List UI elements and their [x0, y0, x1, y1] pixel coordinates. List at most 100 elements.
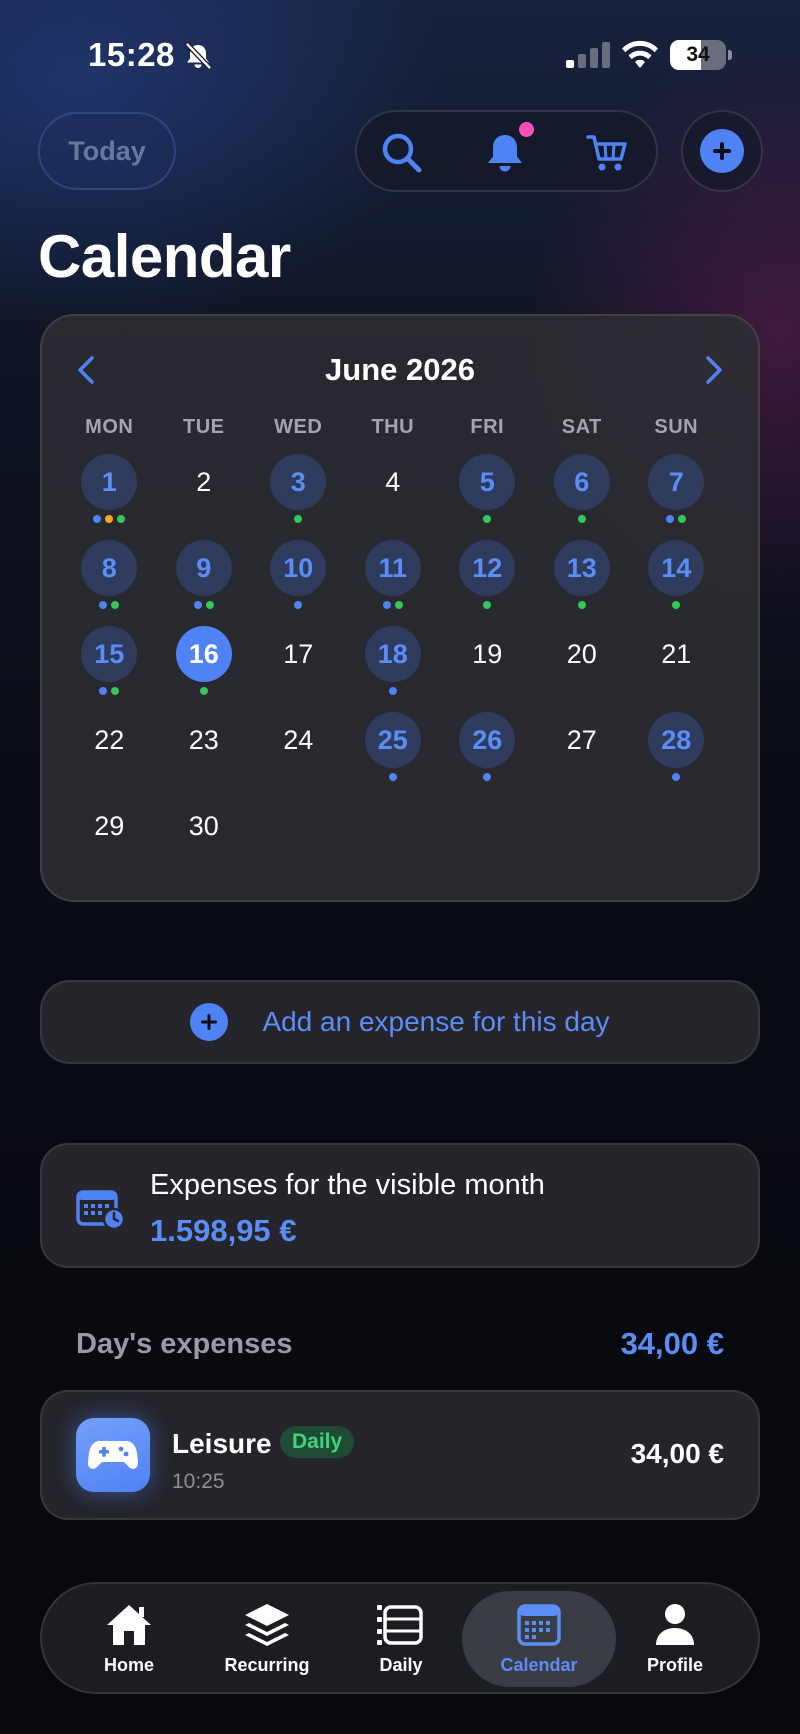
expense-dots — [157, 601, 252, 609]
day-number: 20 — [566, 639, 597, 669]
tab-label: Recurring — [224, 1655, 310, 1675]
expense-dots — [346, 773, 441, 781]
calendar-day[interactable]: 8 — [62, 540, 157, 626]
day-number: 15 — [81, 626, 138, 682]
day-number: 18 — [364, 626, 421, 682]
calendar-day[interactable]: 25 — [346, 712, 441, 798]
calendar-day[interactable]: 9 — [157, 540, 252, 626]
expense-dots — [440, 773, 535, 781]
calendar-day[interactable]: 20 — [535, 626, 630, 712]
calendar-day[interactable]: 5 — [440, 454, 535, 540]
search-icon[interactable] — [379, 130, 425, 176]
calendar-day[interactable]: 16 — [157, 626, 252, 712]
day-number: 23 — [188, 725, 219, 755]
day-number: 13 — [553, 540, 610, 596]
expense-dot — [483, 773, 492, 781]
calendar-day[interactable]: 19 — [440, 626, 535, 712]
wifi-icon — [622, 40, 658, 68]
calendar-day[interactable]: 10 — [251, 540, 346, 626]
calendar-card: June 2026 MON TUE WED THU FRI SAT SUN 12345678… — [40, 314, 760, 902]
day-number: 22 — [94, 725, 125, 755]
chevron-right-icon[interactable] — [700, 354, 728, 386]
expense-dots — [629, 515, 724, 523]
calendar-day[interactable]: 17 — [251, 626, 346, 712]
calendar-day[interactable]: 21 — [629, 626, 724, 712]
expense-dots — [62, 859, 157, 867]
calendar-icon — [517, 1604, 561, 1646]
day-number: 14 — [648, 540, 705, 596]
day-number: 2 — [196, 467, 212, 497]
calendar-day[interactable]: 11 — [346, 540, 441, 626]
expense-dots — [535, 773, 630, 781]
expense-dots — [629, 687, 724, 695]
day-number: 28 — [648, 712, 705, 768]
calendar-day[interactable]: 3 — [251, 454, 346, 540]
tab-calendar[interactable]: Calendar — [462, 1591, 616, 1687]
expense-row[interactable]: Leisure Daily 10:25 34,00 € — [40, 1390, 760, 1520]
add-button[interactable] — [681, 110, 763, 192]
layers-icon — [245, 1604, 289, 1646]
calendar-day[interactable]: 27 — [535, 712, 630, 798]
calendar-day[interactable]: 29 — [62, 798, 157, 884]
calendar-day[interactable]: 28 — [629, 712, 724, 798]
calendar-day[interactable]: 14 — [629, 540, 724, 626]
expense-dot — [111, 687, 120, 695]
day-number: 4 — [385, 467, 401, 497]
expense-dot — [193, 601, 202, 609]
expense-dot — [93, 515, 102, 523]
expense-dots — [251, 515, 346, 523]
weekday-label: SAT — [561, 416, 602, 438]
expense-dot — [199, 687, 208, 695]
calendar-day[interactable]: 12 — [440, 540, 535, 626]
calendar-day[interactable]: 4 — [346, 454, 441, 540]
plus-icon — [201, 1014, 218, 1030]
add-expense-button[interactable]: Add an expense for this day — [40, 980, 760, 1064]
expense-dots — [157, 773, 252, 781]
calendar-day[interactable]: 15 — [62, 626, 157, 712]
calendar-day[interactable]: 30 — [157, 798, 252, 884]
calendar-day[interactable]: 1 — [62, 454, 157, 540]
tab-label: Home — [103, 1655, 154, 1675]
tab-recurring[interactable]: Recurring — [190, 1591, 344, 1687]
month-label: June 2026 — [325, 352, 475, 387]
bell-icon[interactable] — [482, 130, 528, 176]
today-button[interactable]: Today — [38, 112, 176, 190]
calendar-clock-icon — [76, 1190, 126, 1231]
expense-dot — [678, 515, 687, 523]
calendar-day[interactable]: 24 — [251, 712, 346, 798]
home-icon — [107, 1605, 151, 1645]
expense-dots — [62, 773, 157, 781]
day-number: 6 — [553, 454, 610, 510]
expense-dot — [577, 601, 586, 609]
expense-dot — [117, 515, 126, 523]
status-bar: 15:28 34 — [0, 0, 800, 100]
cellular-signal-icon — [566, 42, 610, 68]
status-time: 15:28 — [88, 36, 175, 73]
calendar-day[interactable]: 6 — [535, 454, 630, 540]
calendar-day[interactable]: 26 — [440, 712, 535, 798]
day-number: 3 — [270, 454, 327, 510]
page-title: Calendar — [38, 223, 291, 290]
calendar-day[interactable]: 18 — [346, 626, 441, 712]
expense-dots — [157, 687, 252, 695]
weekday-label: MON — [85, 416, 134, 438]
calendar-day[interactable]: 7 — [629, 454, 724, 540]
battery-indicator: 34 — [670, 40, 732, 70]
calendar-day[interactable]: 22 — [62, 712, 157, 798]
calendar-day[interactable]: 23 — [157, 712, 252, 798]
tab-home[interactable]: Home — [52, 1591, 206, 1687]
weekday-label: FRI — [470, 416, 505, 438]
expense-amount: 34,00 € — [630, 1438, 724, 1469]
tab-profile[interactable]: Profile — [598, 1591, 752, 1687]
cart-icon[interactable] — [585, 130, 631, 176]
calendar-day[interactable]: 2 — [157, 454, 252, 540]
expense-dots — [346, 687, 441, 695]
tab-daily[interactable]: Daily — [324, 1591, 478, 1687]
expense-dots — [535, 515, 630, 523]
calendar-day[interactable]: 13 — [535, 540, 630, 626]
day-number: 26 — [459, 712, 516, 768]
gamepad-icon — [76, 1418, 150, 1492]
expense-dot — [99, 601, 108, 609]
tab-label: Profile — [646, 1655, 703, 1675]
toolbar-pill — [355, 110, 658, 192]
